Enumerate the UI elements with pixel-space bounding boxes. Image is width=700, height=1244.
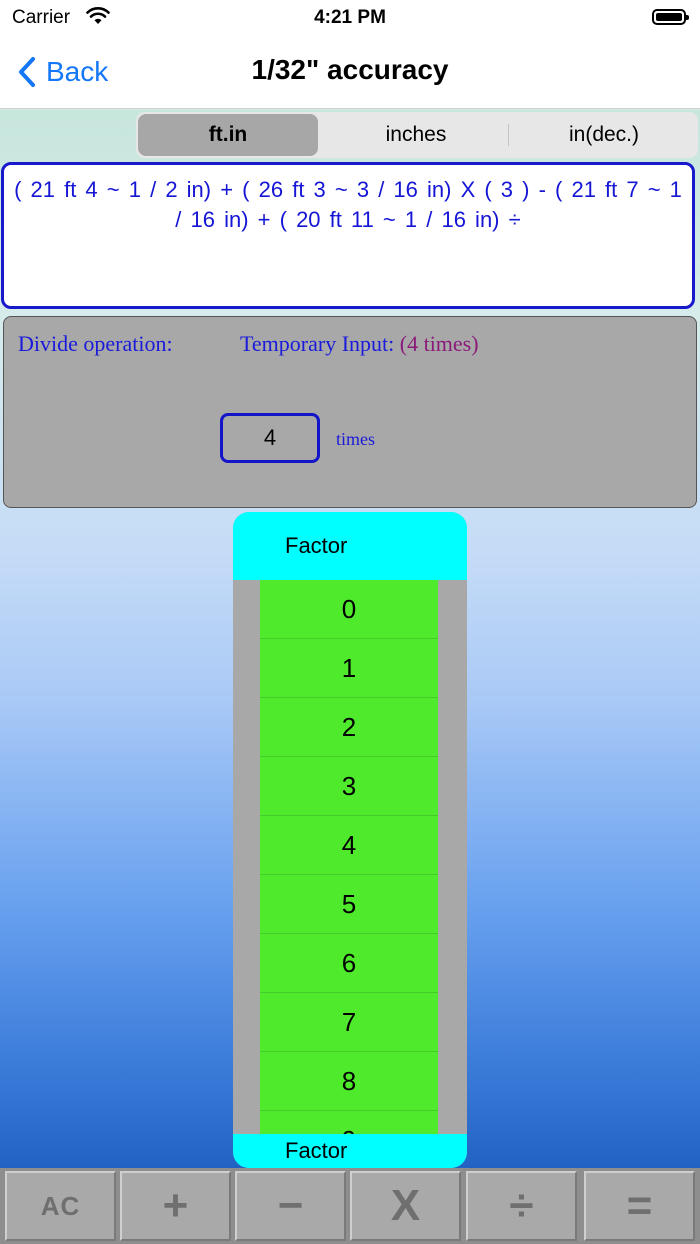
operator-keypad: AC + − X ÷ =	[0, 1168, 700, 1244]
operation-label: Divide operation:	[18, 331, 173, 356]
factor-picker: Factor 0 1 2 3 4 5 6 7 8 9 Factor	[233, 512, 467, 1168]
temporary-input-value: (4 times)	[399, 331, 479, 356]
picker-footer: Factor	[233, 1134, 467, 1168]
factor-item[interactable]: 5	[260, 875, 438, 934]
multiply-button[interactable]: X	[350, 1171, 461, 1241]
plus-button[interactable]: +	[120, 1171, 231, 1241]
factor-input-field[interactable]: 4	[220, 413, 320, 463]
factor-item[interactable]: 1	[260, 639, 438, 698]
picker-header: Factor	[233, 512, 467, 580]
factor-list[interactable]: 0 1 2 3 4 5 6 7 8 9	[260, 580, 438, 1134]
all-clear-button[interactable]: AC	[5, 1171, 116, 1241]
factor-item[interactable]: 4	[260, 816, 438, 875]
operation-panel: Divide operation: Temporary Input: (4 ti…	[3, 316, 697, 508]
segment-ft-in[interactable]: ft.in	[138, 114, 318, 156]
expression-display: ( 21 ft 4 ~ 1 / 2 in) + ( 26 ft 3 ~ 3 / …	[1, 162, 695, 309]
factor-item[interactable]: 0	[260, 580, 438, 639]
picker-left-margin	[233, 580, 260, 1134]
clock: 4:21 PM	[314, 7, 386, 28]
factor-item[interactable]: 7	[260, 993, 438, 1052]
segment-divider	[508, 124, 509, 146]
navigation-bar: Back 1/32" accuracy	[0, 36, 700, 109]
page-title: 1/32" accuracy	[251, 54, 449, 85]
unit-segmented-control: ft.in inches in(dec.)	[136, 112, 698, 158]
equals-button[interactable]: =	[584, 1171, 695, 1241]
divide-button[interactable]: ÷	[466, 1171, 577, 1241]
segment-inches[interactable]: inches	[326, 114, 506, 156]
factor-item[interactable]: 9	[260, 1111, 438, 1135]
picker-right-margin	[438, 580, 467, 1134]
battery-icon	[652, 9, 689, 25]
status-bar: Carrier 4:21 PM	[0, 0, 700, 36]
factor-item[interactable]: 6	[260, 934, 438, 993]
factor-item[interactable]: 2	[260, 698, 438, 757]
temporary-input-title: Temporary Input:	[240, 331, 395, 356]
segment-in-dec[interactable]: in(dec.)	[512, 114, 696, 156]
times-unit-label: times	[336, 429, 375, 449]
temporary-input-label: Temporary Input: (4 times)	[240, 331, 479, 357]
factor-item[interactable]: 8	[260, 1052, 438, 1111]
factor-item[interactable]: 3	[260, 757, 438, 816]
minus-button[interactable]: −	[235, 1171, 346, 1241]
